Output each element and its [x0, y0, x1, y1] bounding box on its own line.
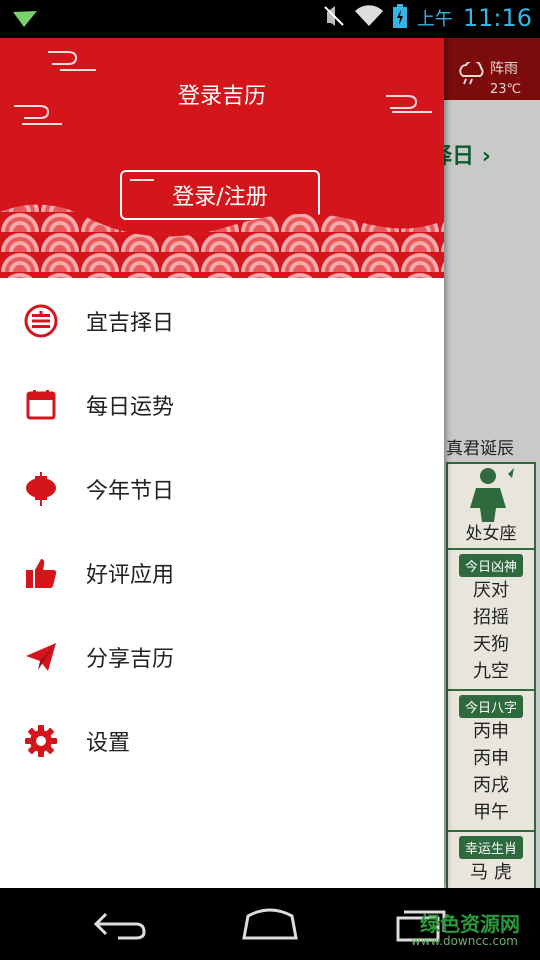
almanac-item: 马 虎 — [470, 862, 512, 883]
notification-icon — [12, 10, 38, 32]
menu-label: 好评应用 — [86, 563, 175, 588]
menu-label: 宜吉择日 — [86, 311, 175, 336]
rain-cloud-icon — [456, 59, 486, 90]
menu-label: 设置 — [86, 731, 131, 756]
clock-time: 11:16 — [462, 4, 532, 32]
watermark-text: 绿色资源网 — [420, 912, 520, 936]
mute-icon — [323, 5, 345, 31]
almanac-item: 甲午 — [473, 802, 509, 823]
watermark-url: www.downcc.com — [410, 934, 518, 948]
section-badge: 今日八字 — [458, 695, 523, 718]
almanac-item: 丙戌 — [473, 775, 509, 796]
almanac-section: 今日八字 丙申 丙申 丙戌 甲午 — [448, 691, 534, 832]
wifi-icon — [354, 5, 383, 31]
home-button[interactable] — [240, 904, 300, 948]
chevron-right-icon: › — [481, 144, 491, 169]
paper-plane-icon — [24, 640, 58, 674]
menu-item-auspicious-day[interactable]: 宜吉择日 — [0, 278, 444, 362]
menu-item-rate-app[interactable]: 好评应用 — [0, 530, 444, 614]
status-bar: 上午 11:16 — [0, 0, 540, 38]
menu-item-settings[interactable]: 设置 — [0, 698, 444, 782]
menu-label: 分享吉历 — [86, 647, 175, 672]
zodiac-panel[interactable]: 处女座 — [448, 464, 534, 550]
almanac-section: 幸运生肖 马 虎 — [448, 832, 534, 888]
virgo-icon — [468, 466, 516, 526]
daily-calendar-icon — [24, 388, 58, 422]
drawer-header: 登录吉历 登录/注册 — [0, 38, 444, 278]
system-nav-bar: 绿色资源网 www.downcc.com — [0, 888, 540, 960]
zodiac-label: 处女座 — [465, 524, 517, 544]
menu-label: 每日运势 — [86, 395, 175, 420]
wave-pattern — [0, 204, 444, 278]
almanac-item: 丙申 — [473, 748, 509, 769]
back-button[interactable] — [92, 904, 148, 948]
gear-icon — [24, 724, 58, 758]
almanac-item: 九空 — [473, 661, 509, 682]
almanac-item: 厌对 — [473, 580, 509, 601]
navigation-drawer: 登录吉历 登录/注册 宜吉择日 每日运势 今年节日 好评应用 分享吉历 设置 — [0, 38, 444, 888]
battery-charging-icon — [392, 4, 407, 32]
almanac-item: 丙申 — [473, 721, 509, 742]
almanac-section: 今日凶神 厌对 招摇 天狗 九空 — [448, 550, 534, 691]
menu-item-festivals[interactable]: 今年节日 — [0, 446, 444, 530]
weather-temperature: 23℃ — [490, 82, 522, 97]
menu-item-share[interactable]: 分享吉历 — [0, 614, 444, 698]
menu-label: 今年节日 — [86, 479, 175, 504]
almanac-column: 处女座 今日凶神 厌对 招摇 天狗 九空 今日八字 丙申 丙申 丙戌 甲午 幸运… — [446, 462, 536, 888]
drawer-menu: 宜吉择日 每日运势 今年节日 好评应用 分享吉历 设置 — [0, 278, 444, 782]
birthday-label: 真君诞辰 — [446, 439, 514, 459]
weather-widget[interactable]: 阵雨 23℃ — [456, 48, 540, 98]
section-badge: 今日凶神 — [458, 554, 523, 577]
almanac-item: 招摇 — [473, 607, 509, 628]
thumbs-up-icon — [24, 556, 58, 590]
calendar-auspicious-icon — [24, 304, 58, 338]
drawer-title: 登录吉历 — [177, 84, 266, 109]
clock-ampm: 上午 — [416, 9, 453, 30]
lantern-icon — [24, 472, 58, 506]
menu-item-daily-fortune[interactable]: 每日运势 — [0, 362, 444, 446]
section-badge: 幸运生肖 — [458, 836, 523, 859]
almanac-item: 天狗 — [473, 634, 509, 655]
weather-condition: 阵雨 — [490, 61, 518, 77]
